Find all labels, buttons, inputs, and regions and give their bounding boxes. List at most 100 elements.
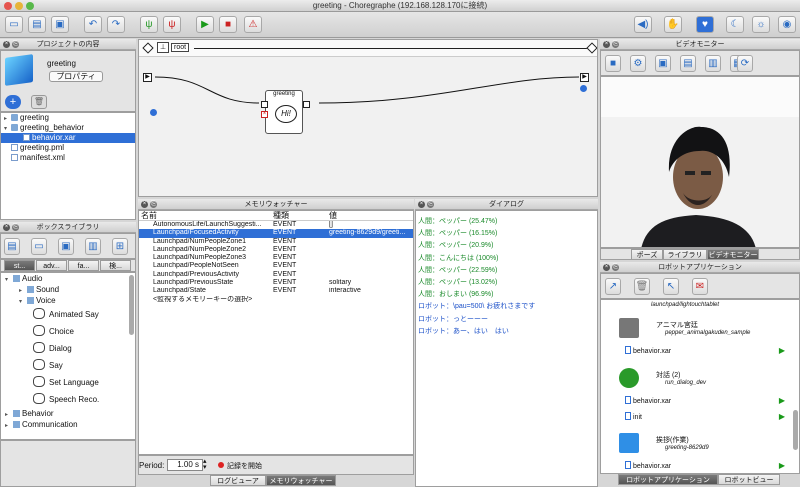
library-tree-item[interactable]: ▸ Sound [1,284,135,295]
minimize-window-icon[interactable] [15,2,23,10]
video-stop-icon[interactable]: ■ [605,55,621,72]
table-row[interactable]: Launchpad/State EVENT interactive [139,287,413,295]
video-record-icon[interactable]: ▤ [680,55,696,72]
table-row[interactable]: Launchpad/FocusedActivity EVENT greeting-8… [139,229,413,238]
table-row[interactable]: Launchpad/PeopleNotSeen EVENT [139,262,413,270]
app-item[interactable]: 挨拶(作業) greeting-8629d9 behavior.xar ▶ [601,429,799,473]
video-panel-tab[interactable]: ビデオモニター [707,249,759,259]
play-behavior-icon[interactable]: ▶ [779,396,785,405]
robot-panel-tab[interactable]: ロボットビュー [718,474,780,485]
project-tree-item[interactable]: ▾ greeting_behavior [1,123,135,133]
float-panel-icon[interactable]: ⎘ [612,41,619,48]
disconnect-icon[interactable]: ψ [163,16,181,33]
play-behavior-icon[interactable]: ▶ [779,461,785,470]
robot-panel-tab[interactable]: ロボットアプリケーション [618,474,718,485]
zoom-window-icon[interactable] [26,2,34,10]
close-panel-icon[interactable]: × [418,201,425,208]
disclosure-triangle-icon[interactable]: ▾ [4,124,11,134]
period-input[interactable]: 1.00 s [167,459,203,471]
library-tab[interactable]: st... [4,260,35,271]
bottom-panel-tab[interactable]: メモリウォッチャー [266,475,336,486]
library-tab[interactable]: 検... [100,260,131,271]
output-add-icon[interactable] [580,85,587,92]
rest-icon[interactable]: ☾ [726,16,744,33]
project-tree-item[interactable]: behavior.xar [1,133,135,143]
input-add-icon[interactable] [150,109,157,116]
onstart-input-icon[interactable]: ▶ [143,73,152,82]
table-row[interactable]: Launchpad/NumPeopleZone2 EVENT [139,246,413,254]
float-panel-icon[interactable]: ⎘ [150,201,157,208]
float-panel-icon[interactable]: ⎘ [427,201,434,208]
close-panel-icon[interactable]: × [603,264,610,271]
close-panel-icon[interactable]: × [603,41,610,48]
connect-icon[interactable]: ψ [140,16,158,33]
table-row[interactable]: AutonomousLife/LaunchSuggesti... EVENT [] [139,221,413,229]
bottom-panel-tab[interactable]: ログビューア [210,475,266,486]
float-panel-icon[interactable]: ⎘ [12,41,19,48]
close-panel-icon[interactable]: × [3,41,10,48]
column-header[interactable]: 種類 [273,211,289,221]
library-settings-icon[interactable]: ⊞ [112,238,128,255]
record-button[interactable]: 記録を開始 [227,461,262,471]
box-input-onstop[interactable]: × [261,111,268,118]
table-row[interactable]: Launchpad/PreviousActivity EVENT [139,271,413,279]
video-learn-icon[interactable]: ▥ [705,55,721,72]
onstopped-output-icon[interactable]: ▶ [580,73,589,82]
close-window-icon[interactable] [4,2,12,10]
new-project-button[interactable]: ▭ [5,16,23,33]
table-row[interactable]: Launchpad/NumPeopleZone1 EVENT [139,238,413,246]
behavior-row[interactable]: init ▶ [625,412,795,422]
library-tree-item[interactable]: Choice [1,323,135,340]
scrollbar-thumb[interactable] [129,275,134,335]
project-tree-item[interactable]: manifest.xml [1,153,135,163]
play-behavior-icon[interactable]: ▶ [779,412,785,421]
stop-icon[interactable]: ■ [219,16,237,33]
play-behavior-icon[interactable]: ▶ [779,346,785,355]
float-panel-icon[interactable]: ⎘ [12,224,19,231]
play-icon[interactable]: ▶ [196,16,214,33]
animation-mode-icon[interactable]: ✋ [664,16,682,33]
library-tree-item[interactable]: ▾ Audio [1,273,135,284]
library-tree-item[interactable]: Set Language [1,374,135,391]
behavior-row[interactable]: behavior.xar ▶ [625,346,795,356]
library-tree-item[interactable]: ▸ Behavior [1,408,135,419]
video-panel-tab[interactable]: ポーズ [631,249,663,259]
debug-warning-icon[interactable]: ⚠ [244,16,262,33]
library-tree-item[interactable]: Animated Say [1,306,135,323]
library-tree-item[interactable]: Speech Reco. [1,391,135,408]
library-tree-item[interactable]: ▾ Voice [1,295,135,306]
volume-icon[interactable]: ◀) [634,16,652,33]
scrollbar-thumb[interactable] [793,410,798,450]
video-settings-icon[interactable]: ⚙ [630,55,646,72]
greeting-box[interactable]: greeting Hi! [265,90,303,134]
table-row[interactable]: <監視するメモリーキーの選択> [139,296,413,304]
redo-icon[interactable]: ↷ [107,16,125,33]
record-icon[interactable] [218,462,224,468]
column-header[interactable]: 名前 [141,211,157,221]
save-project-icon[interactable]: ▣ [51,16,69,33]
undo-icon[interactable]: ↶ [84,16,102,33]
project-tree-item[interactable]: ▸ greeting [1,113,135,123]
library-tree-item[interactable]: ▸ Communication [1,419,135,430]
root-node-icon[interactable]: ⊥ [157,42,169,53]
robot-settings-icon[interactable]: ◉ [778,16,796,33]
add-icon[interactable]: + [5,95,21,109]
close-panel-icon[interactable]: × [141,201,148,208]
delete-app-icon[interactable]: 🗑 [634,278,650,295]
package-app-icon[interactable]: ✉ [692,278,708,295]
disclosure-triangle-icon[interactable]: ▾ [19,297,27,308]
project-tree-item[interactable]: greeting.pml [1,143,135,153]
trash-icon[interactable]: 🗑 [31,95,47,109]
breadcrumb-root[interactable]: root [171,43,190,52]
library-new-icon[interactable]: ▤ [4,238,20,255]
run-app-icon[interactable]: ↖ [663,278,679,295]
behavior-row[interactable]: behavior.xar ▶ [625,461,795,471]
app-item[interactable]: 対話 (2) run_dialog_dev behavior.xar ▶ init ▶ [601,364,799,429]
box-input-onstart[interactable] [261,101,268,108]
library-tab[interactable]: adv... [36,260,67,271]
period-stepper[interactable]: ▴ ▾ [203,458,207,471]
library-tree-item[interactable]: Say [1,357,135,374]
video-refresh-icon[interactable]: ⟳ [737,55,753,72]
open-project-icon[interactable]: ▤ [28,16,46,33]
library-export-icon[interactable]: ▥ [85,238,101,255]
